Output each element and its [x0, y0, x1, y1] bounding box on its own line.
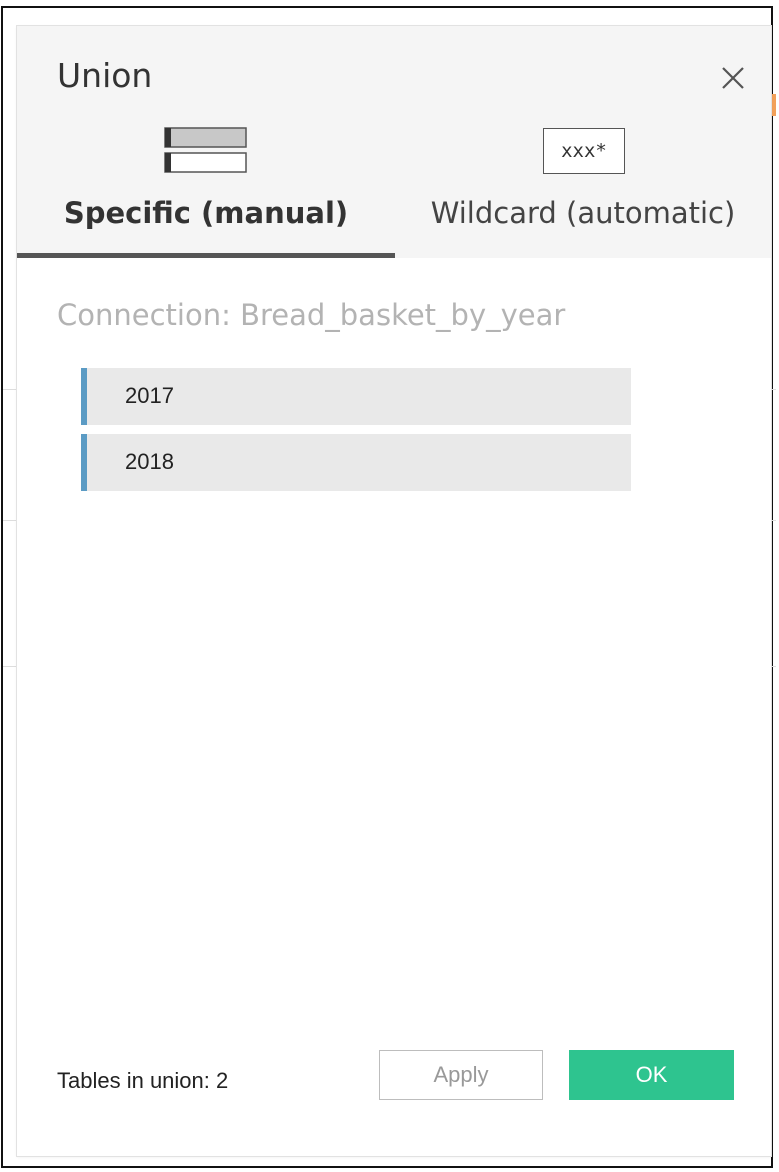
screenshot-frame: Union Specific (manual) xxx* Wildcard (a…: [1, 6, 776, 1168]
ok-button[interactable]: OK: [569, 1050, 734, 1100]
tables-in-union-count: Tables in union: 2: [57, 1068, 229, 1093]
tab-specific-label: Specific (manual): [63, 196, 349, 230]
background-divider: [771, 520, 776, 521]
background-accent: [771, 94, 776, 116]
background-divider: [771, 389, 776, 390]
connection-label: Connection: Bread_basket_by_year: [57, 298, 566, 332]
background-divider: [771, 666, 776, 667]
specific-tables-icon: [164, 127, 247, 173]
tab-wildcard-label: Wildcard (automatic): [430, 196, 736, 230]
apply-button[interactable]: Apply: [379, 1050, 543, 1100]
tab-specific-manual[interactable]: Specific (manual): [17, 121, 395, 258]
background-divider: [3, 666, 17, 667]
union-table-item[interactable]: 2018: [81, 434, 631, 491]
union-dialog: Union Specific (manual) xxx* Wildcard (a…: [17, 26, 771, 1156]
dialog-title: Union: [57, 56, 153, 95]
tab-wildcard-automatic[interactable]: xxx* Wildcard (automatic): [395, 121, 771, 258]
table-name: 2018: [125, 449, 174, 474]
table-name: 2017: [125, 383, 174, 408]
background-divider: [3, 389, 17, 390]
close-button[interactable]: [715, 60, 751, 96]
close-icon: [722, 67, 744, 89]
active-tab-underline: [17, 253, 395, 258]
dialog-header: Union Specific (manual) xxx* Wildcard (a…: [17, 26, 771, 258]
union-table-item[interactable]: 2017: [81, 368, 631, 425]
wildcard-icon: xxx*: [543, 128, 625, 174]
background-divider: [3, 520, 17, 521]
